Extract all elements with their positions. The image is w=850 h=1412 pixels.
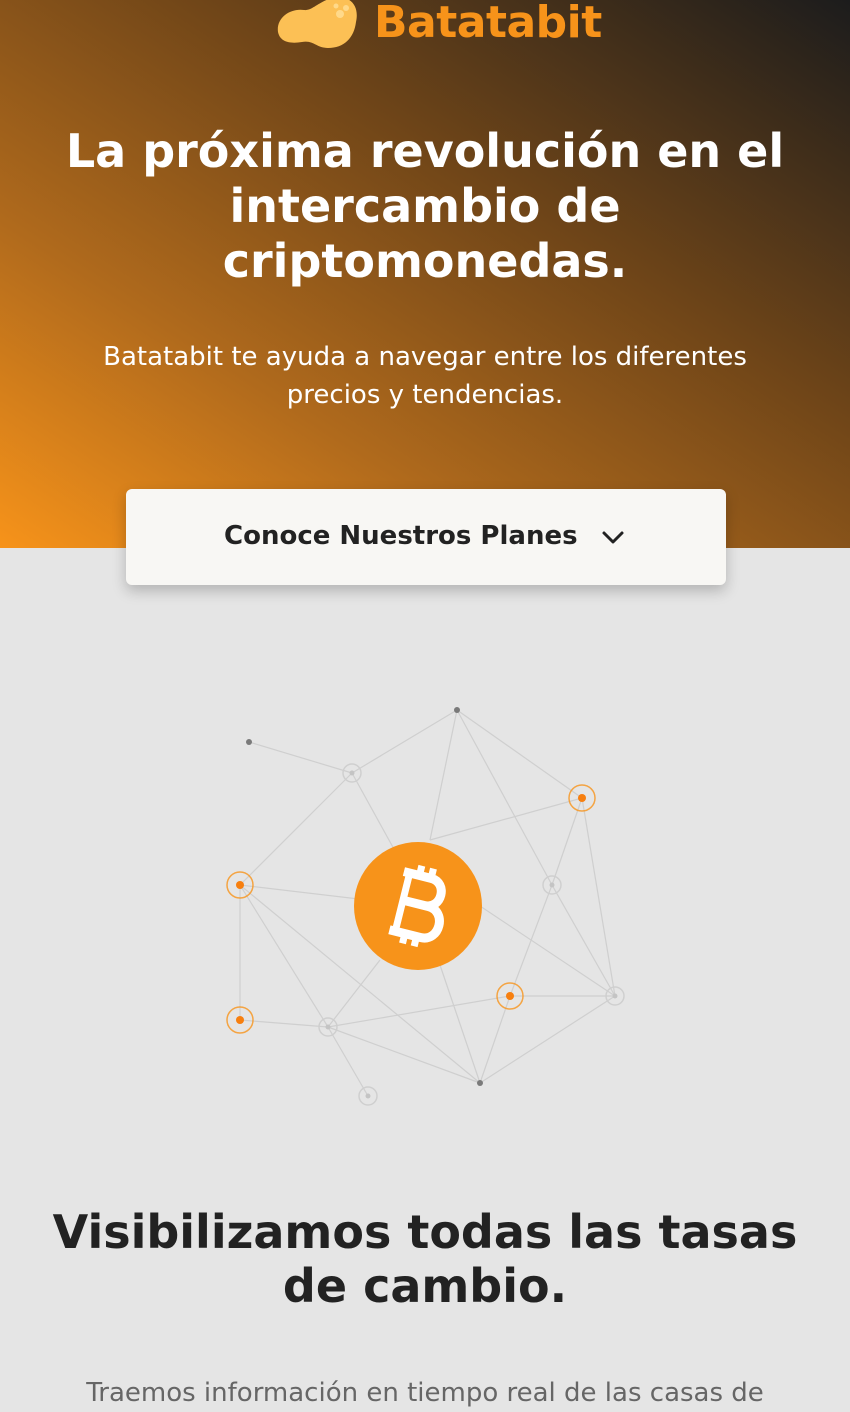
crypto-network-illustration — [226, 707, 625, 1106]
section-title: Visibilizamos todas las tasas de cambio. — [52, 1205, 798, 1313]
chevron-down-icon — [602, 531, 624, 544]
hero-section: Batatabit La próxima revolución en el in… — [0, 0, 850, 548]
brand-logo[interactable]: Batatabit — [274, 0, 602, 52]
bitcoin-icon — [354, 842, 482, 970]
brand-name: Batatabit — [374, 0, 602, 48]
potato-logo-icon — [277, 0, 357, 48]
hero-subtitle: Batatabit te ayuda a navegar entre los d… — [103, 342, 747, 410]
section-body: Traemos información en tiempo real de la… — [86, 1378, 764, 1408]
plans-button[interactable]: Conoce Nuestros Planes — [126, 489, 726, 585]
plans-button-label: Conoce Nuestros Planes — [224, 521, 578, 551]
hero-title: La próxima revolución en el intercambio … — [65, 124, 785, 288]
